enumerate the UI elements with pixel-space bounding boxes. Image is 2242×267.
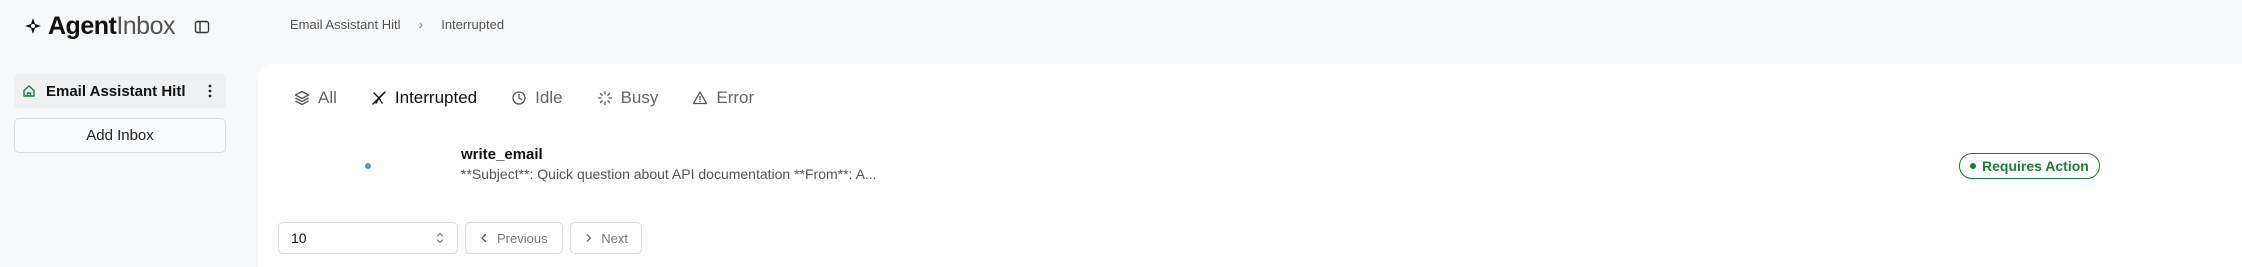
- tab-busy-label: Busy: [620, 88, 659, 107]
- loader-icon: [597, 90, 612, 106]
- status-dot: [1970, 163, 1976, 169]
- tab-all-label: All: [318, 88, 337, 107]
- tab-busy[interactable]: Busy: [597, 88, 659, 108]
- tab-error[interactable]: Error: [692, 88, 754, 108]
- status-tabs: All Interrupted Idle Busy Error: [294, 86, 754, 110]
- previous-page-button[interactable]: Previous: [465, 222, 563, 254]
- thread-row[interactable]: write_email **Subject**: Quick question …: [258, 142, 2242, 192]
- breadcrumb: Email Assistant Hitl › Interrupted: [290, 14, 504, 34]
- agent-logo-icon: [25, 18, 41, 34]
- chevron-right-icon: ›: [418, 16, 424, 32]
- app-name: AgentInbox: [48, 11, 175, 40]
- chevron-right-icon: [586, 234, 592, 242]
- chevron-up-down-icon: [436, 232, 444, 244]
- interrupted-icon: [372, 91, 386, 105]
- chevron-left-icon: [481, 233, 487, 243]
- page-size-select[interactable]: 10: [278, 222, 458, 254]
- thread-description: **Subject**: Quick question about API do…: [461, 166, 877, 182]
- tab-interrupted[interactable]: Interrupted: [371, 88, 477, 108]
- more-options-icon[interactable]: [202, 81, 218, 101]
- unread-dot: [365, 163, 371, 169]
- layers-icon: [294, 90, 310, 106]
- tab-all[interactable]: All: [294, 88, 337, 108]
- home-icon: [23, 85, 35, 97]
- status-badge-label: Requires Action: [1982, 158, 2089, 174]
- tab-idle-label: Idle: [535, 88, 563, 107]
- clock-icon: [512, 91, 526, 105]
- add-inbox-button[interactable]: Add Inbox: [14, 118, 226, 153]
- app-logo: AgentInbox: [24, 10, 175, 42]
- tab-idle[interactable]: Idle: [511, 88, 563, 108]
- sidebar-toggle-icon[interactable]: [192, 17, 212, 37]
- alert-triangle-icon: [693, 91, 708, 105]
- thread-title: write_email: [461, 146, 543, 163]
- page-size-value: 10: [291, 230, 307, 246]
- tab-interrupted-label: Interrupted: [394, 88, 478, 107]
- sidebar-item-email-assistant-hitl[interactable]: Email Assistant Hitl: [14, 74, 226, 108]
- breadcrumb-root[interactable]: Email Assistant Hitl: [290, 17, 401, 32]
- breadcrumb-current[interactable]: Interrupted: [441, 17, 504, 32]
- sidebar-item-label: Email Assistant Hitl: [46, 82, 186, 100]
- previous-label: Previous: [497, 230, 548, 246]
- status-badge: Requires Action: [1959, 153, 2100, 179]
- next-page-button[interactable]: Next: [570, 222, 642, 254]
- next-label: Next: [601, 230, 628, 246]
- main-panel: All Interrupted Idle Busy Error write_em…: [258, 64, 2242, 267]
- tab-error-label: Error: [716, 88, 755, 107]
